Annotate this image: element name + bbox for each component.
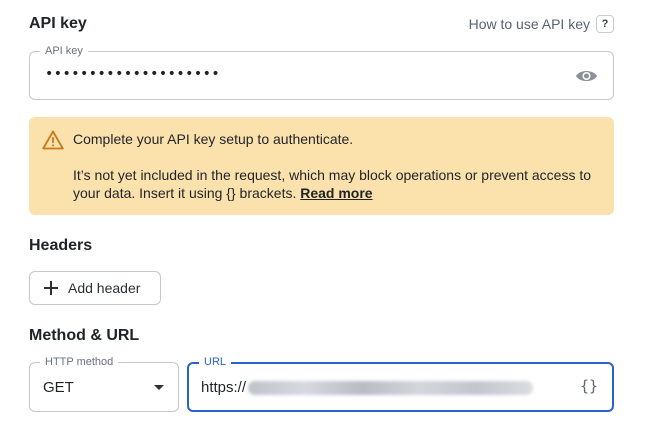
method-url-heading: Method & URL [29, 327, 140, 344]
api-key-field-label: API key [40, 44, 88, 58]
headers-heading: Headers [29, 237, 93, 254]
http-method-label: HTTP method [40, 355, 119, 369]
caret-down-icon[interactable] [154, 385, 164, 390]
plus-icon [44, 281, 58, 295]
how-to-use-api-key-link[interactable]: How to use API key ? [469, 15, 614, 33]
warning-body: It’s not yet included in the request, wh… [73, 166, 603, 202]
add-header-label: Add header [68, 280, 141, 296]
url-input[interactable]: URL https:// {} [187, 355, 614, 412]
api-key-field[interactable]: API key •••••••••••••••••••• [29, 44, 614, 100]
read-more-link[interactable]: Read more [300, 185, 372, 201]
url-prefix: https:// [201, 379, 247, 396]
warning-title: Complete your API key setup to authentic… [73, 131, 354, 147]
api-key-masked-value[interactable]: •••••••••••••••••••• [45, 66, 220, 82]
http-method-select[interactable]: HTTP method GET [29, 355, 179, 412]
api-key-warning-banner: Complete your API key setup to authentic… [29, 117, 614, 215]
http-method-value[interactable]: GET [43, 379, 74, 396]
url-value[interactable]: https:// [201, 379, 534, 396]
url-label: URL [199, 355, 232, 369]
api-key-heading: API key [29, 15, 87, 32]
insert-variable-icon[interactable]: {} [580, 377, 598, 395]
help-link-label[interactable]: How to use API key [469, 16, 590, 32]
redacted-url-blur [248, 380, 534, 395]
question-icon[interactable]: ? [596, 15, 614, 33]
eye-icon[interactable] [575, 66, 598, 86]
warning-triangle-icon [42, 130, 64, 150]
api-connection-form: API key How to use API key ? API key •••… [0, 0, 646, 435]
add-header-button[interactable]: Add header [29, 271, 161, 305]
